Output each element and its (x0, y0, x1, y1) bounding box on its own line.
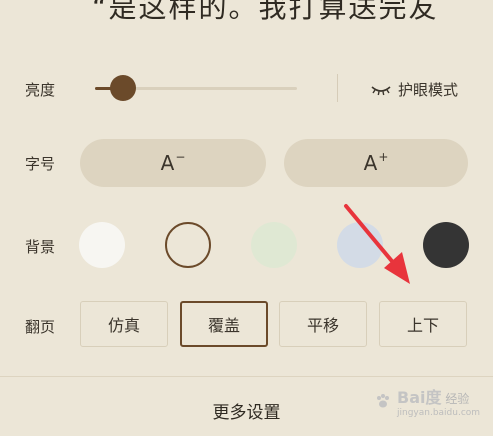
red-arrow-annotation (344, 204, 410, 284)
